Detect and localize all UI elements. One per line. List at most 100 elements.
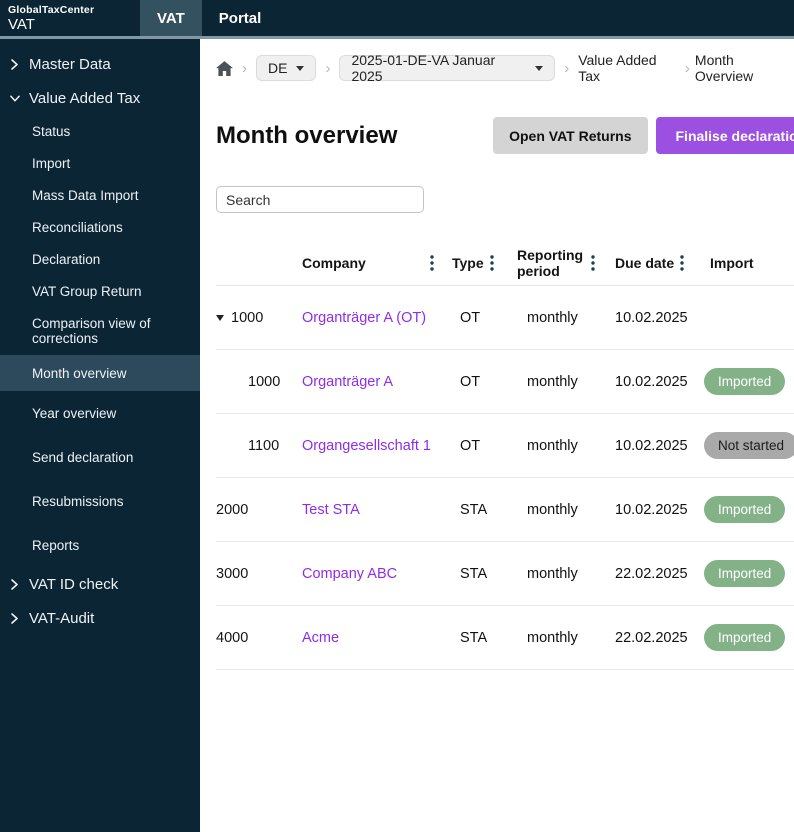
sidebar-item-import[interactable]: Import <box>0 147 200 179</box>
home-icon[interactable] <box>216 60 233 76</box>
type-cell: OT <box>460 309 481 326</box>
import-status-cell: Imported <box>704 368 794 395</box>
due-date-cell: 10.02.2025 <box>615 309 688 326</box>
column-menu-icon[interactable] <box>591 254 595 271</box>
sidebar-item-value-added-tax[interactable]: Value Added Tax <box>0 81 200 115</box>
sidebar-item-send-declaration[interactable]: Send declaration <box>0 435 200 479</box>
sidebar-item-label: Master Data <box>29 55 111 73</box>
logo-text-globaltaxcenter: GlobalTaxCenter <box>8 4 95 16</box>
due-date-cell: 10.02.2025 <box>615 373 688 390</box>
type-cell: STA <box>460 629 488 646</box>
type-cell: OT <box>460 373 481 390</box>
finalise-declarations-button[interactable]: Finalise declarations <box>655 117 794 154</box>
type-cell: STA <box>460 501 488 518</box>
due-date-cell: 10.02.2025 <box>615 437 688 454</box>
sidebar-item-month-overview[interactable]: Month overview <box>0 355 200 391</box>
column-menu-icon[interactable] <box>430 254 434 271</box>
company-code-cell: 3000 <box>216 565 249 582</box>
sidebar-item-declaration[interactable]: Declaration <box>0 243 200 275</box>
chevron-right-icon <box>10 612 20 624</box>
breadcrumb-current-page: Month Overview <box>694 52 754 84</box>
sidebar-item-vat-group-return[interactable]: VAT Group Return <box>0 275 200 307</box>
column-header-due-date[interactable]: Due date <box>615 255 704 271</box>
column-header-type[interactable]: Type <box>452 255 517 271</box>
company-link[interactable]: Company ABC <box>302 566 452 582</box>
status-badge-imported: Imported <box>704 496 786 523</box>
table-row: 4000 Acme STA monthly 22.02.2025 Importe… <box>216 606 794 670</box>
company-link[interactable]: Test STA <box>302 502 452 518</box>
import-status-cell: Imported <box>704 560 794 587</box>
reporting-period-cell: monthly <box>527 629 578 646</box>
breadcrumb-separator: › <box>564 59 570 77</box>
import-status-cell: Imported <box>704 624 794 651</box>
sidebar-item-label: VAT-Audit <box>29 609 95 627</box>
company-link[interactable]: Organträger A (OT) <box>302 310 452 326</box>
column-header-import[interactable]: Import <box>704 255 794 271</box>
company-link[interactable]: Organträger A <box>302 374 452 390</box>
breadcrumb-separator: › <box>684 59 690 77</box>
company-code-cell: 1000 <box>216 310 302 326</box>
sidebar-item-vat-audit[interactable]: VAT-Audit <box>0 601 200 635</box>
main-content: › DE › 2025-01-DE-VA Januar 2025 › Value… <box>200 39 794 832</box>
sidebar-item-label: Value Added Tax <box>29 89 141 107</box>
period-dropdown[interactable]: 2025-01-DE-VA Januar 2025 <box>339 52 556 84</box>
caret-down-icon <box>296 65 305 71</box>
sidebar-item-reconciliations[interactable]: Reconciliations <box>0 211 200 243</box>
sidebar-item-reports[interactable]: Reports <box>0 523 200 567</box>
sidebar-nav: Master Data Value Added Tax Status Impor… <box>0 39 200 832</box>
table-row: 1000 Organträger A OT monthly 10.02.2025… <box>216 350 794 414</box>
month-overview-table: Company Type Reporting period Due date I… <box>216 240 794 670</box>
tab-vat[interactable]: VAT <box>140 0 202 36</box>
reporting-period-cell: monthly <box>527 373 578 390</box>
due-date-cell: 22.02.2025 <box>615 565 688 582</box>
collapse-group-icon[interactable] <box>216 314 224 321</box>
search-input[interactable] <box>216 186 424 213</box>
column-header-company[interactable]: Company <box>302 255 452 271</box>
column-menu-icon[interactable] <box>490 254 494 271</box>
company-code-cell: 2000 <box>216 501 249 518</box>
breadcrumb-separator: › <box>242 59 247 77</box>
open-vat-returns-button[interactable]: Open VAT Returns <box>493 117 648 154</box>
page-actions: Open VAT Returns Finalise declarations <box>493 117 794 154</box>
chevron-right-icon <box>10 58 20 70</box>
status-badge-imported: Imported <box>704 560 786 587</box>
table-row: 1000 Organträger A (OT) OT monthly 10.02… <box>216 286 794 350</box>
top-bar: GlobalTaxCenter VAT VAT Portal <box>0 0 794 39</box>
company-code-cell: 1100 <box>248 437 280 454</box>
logo-text-vat: VAT <box>8 16 35 33</box>
status-badge-imported: Imported <box>704 624 786 651</box>
caret-down-icon <box>535 65 544 71</box>
chevron-down-icon <box>10 93 20 103</box>
company-code-cell: 4000 <box>216 629 249 646</box>
sidebar-item-year-overview[interactable]: Year overview <box>0 391 200 435</box>
sidebar-item-resubmissions[interactable]: Resubmissions <box>0 479 200 523</box>
sidebar-item-comparison-view[interactable]: Comparison view of corrections <box>0 307 200 355</box>
page-title: Month overview <box>216 121 398 149</box>
tab-portal[interactable]: Portal <box>202 0 279 36</box>
app-logo: GlobalTaxCenter VAT <box>0 0 140 36</box>
breadcrumb-section[interactable]: Value Added Tax <box>578 52 680 84</box>
chevron-right-icon <box>10 578 20 590</box>
sidebar-item-status[interactable]: Status <box>0 115 200 147</box>
type-cell: OT <box>460 437 481 454</box>
reporting-period-cell: monthly <box>527 565 578 582</box>
country-dropdown[interactable]: DE <box>256 55 317 81</box>
reporting-period-cell: monthly <box>527 501 578 518</box>
company-link[interactable]: Acme <box>302 630 452 646</box>
reporting-period-cell: monthly <box>527 309 578 326</box>
due-date-cell: 22.02.2025 <box>615 629 688 646</box>
due-date-cell: 10.02.2025 <box>615 501 688 518</box>
status-badge-imported: Imported <box>704 368 786 395</box>
company-link[interactable]: Organgesellschaft 1 <box>302 438 452 454</box>
column-header-reporting-period[interactable]: Reporting period <box>517 247 615 279</box>
reporting-period-cell: monthly <box>527 437 578 454</box>
type-cell: STA <box>460 565 488 582</box>
import-status-cell: Not started <box>704 432 794 459</box>
sidebar-item-label: VAT ID check <box>29 575 119 593</box>
column-menu-icon[interactable] <box>680 254 684 271</box>
sidebar-item-mass-data-import[interactable]: Mass Data Import <box>0 179 200 211</box>
import-status-cell: Imported <box>704 496 794 523</box>
sidebar-item-master-data[interactable]: Master Data <box>0 47 200 81</box>
sidebar-item-vat-id-check[interactable]: VAT ID check <box>0 567 200 601</box>
table-row: 1100 Organgesellschaft 1 OT monthly 10.0… <box>216 414 794 478</box>
